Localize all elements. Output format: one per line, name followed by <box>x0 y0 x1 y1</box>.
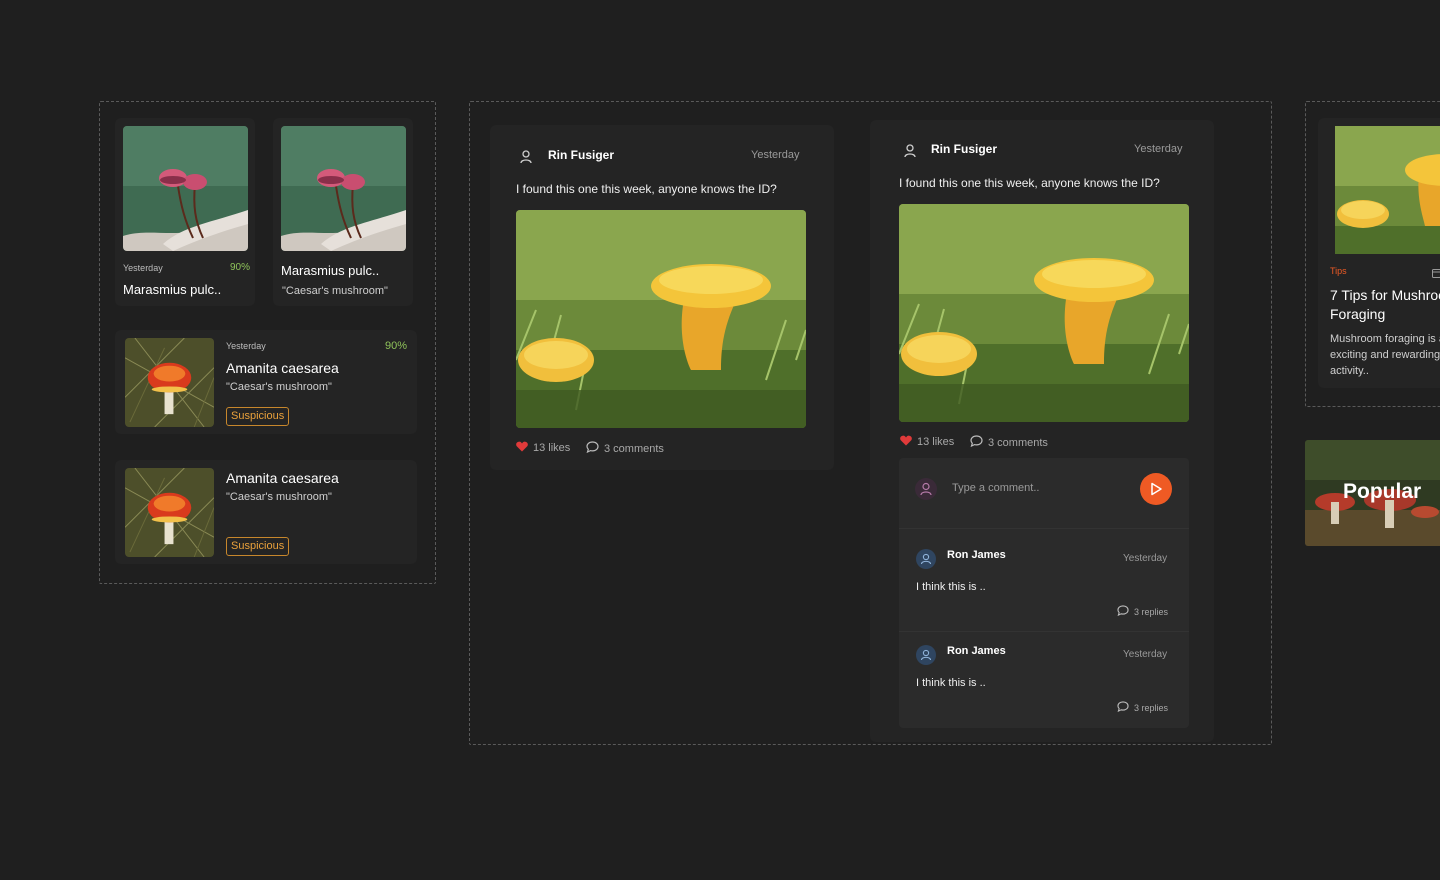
article-title: 7 Tips for Mushroom Foraging <box>1330 287 1440 322</box>
species-name: Amanita caesarea <box>226 360 339 376</box>
commenter-avatar <box>916 549 936 569</box>
like-button[interactable]: 13 likes <box>900 435 954 449</box>
likes-count: 13 likes <box>917 436 955 448</box>
mushroom-photo <box>281 126 406 251</box>
identification-date: Yesterday <box>123 263 163 273</box>
divider <box>899 631 1189 632</box>
comment-text: I think this is .. <box>916 677 986 689</box>
banner-title: Popular <box>1343 480 1422 503</box>
send-icon <box>1149 482 1163 501</box>
commenter-name[interactable]: Ron James <box>947 645 1006 657</box>
heart-icon <box>900 435 912 449</box>
replies-count: 3 replies <box>1134 606 1169 617</box>
article-tag: Tips <box>1330 266 1347 276</box>
post-photo[interactable] <box>516 210 806 428</box>
post-text: I found this one this week, anyone knows… <box>516 182 777 196</box>
replies-count: 3 replies <box>1134 702 1169 713</box>
comment-icon <box>586 441 599 456</box>
comment-date: Yesterday <box>1123 553 1168 564</box>
common-name: "Caesar's mushroom" <box>282 285 388 297</box>
mushroom-photo <box>123 126 248 251</box>
mushroom-photo <box>125 338 214 427</box>
species-name: Marasmius pulc.. <box>123 282 222 297</box>
commenter-avatar <box>916 645 936 665</box>
comment-date: Yesterday <box>1123 649 1168 660</box>
common-name: "Caesar's mushroom" <box>226 491 332 503</box>
confidence-score: 90% <box>385 340 408 352</box>
send-comment-button[interactable] <box>1140 473 1172 505</box>
comment-input[interactable]: Type a comment.. <box>952 482 1132 494</box>
post-date: Yesterday <box>751 149 800 161</box>
user-icon <box>904 144 916 158</box>
community-post-expanded: Rin Fusiger Yesterday I found this one t… <box>870 120 1214 742</box>
identification-list-card[interactable]: Yesterday 90% Amanita caesarea "Caesar's… <box>115 330 417 434</box>
comment-text: I think this is .. <box>916 581 986 593</box>
post-photo[interactable] <box>899 204 1189 422</box>
suspicious-badge: Suspicious <box>226 537 290 556</box>
post-text: I found this one this week, anyone knows… <box>899 176 1160 190</box>
comments-count: 3 comments <box>988 436 1048 449</box>
confidence-score: 90% <box>230 262 251 273</box>
mushroom-photo <box>125 468 214 557</box>
species-name: Marasmius pulc.. <box>281 263 380 278</box>
likes-count: 13 likes <box>533 442 571 454</box>
comment-icon <box>970 435 983 450</box>
calendar-icon <box>1432 265 1440 283</box>
article-excerpt: Mushroom foraging is an exciting and rew… <box>1330 333 1440 377</box>
post-author[interactable]: Rin Fusiger <box>548 148 614 162</box>
identification-date: Yesterday <box>226 341 266 351</box>
divider <box>899 528 1189 529</box>
reply-icon <box>1117 605 1129 618</box>
identification-grid-card[interactable]: Yesterday 90% Marasmius pulc.. <box>115 118 255 306</box>
reply-icon <box>1117 701 1129 714</box>
replies-button[interactable]: 3 replies <box>1117 701 1168 714</box>
identification-list-card[interactable]: Amanita caesarea "Caesar's mushroom" Sus… <box>115 460 417 564</box>
comments-button[interactable]: 3 comments <box>586 441 664 456</box>
commenter-name[interactable]: Ron James <box>947 549 1006 561</box>
article-card[interactable]: Tips 7 Tips for Mushroom Foraging Mushro… <box>1318 118 1440 388</box>
replies-button[interactable]: 3 replies <box>1117 605 1168 618</box>
community-post: Rin Fusiger Yesterday I found this one t… <box>490 125 834 470</box>
common-name: "Caesar's mushroom" <box>226 381 332 393</box>
comments-count: 3 comments <box>604 442 664 455</box>
user-icon <box>520 150 532 164</box>
post-author[interactable]: Rin Fusiger <box>931 142 997 156</box>
comments-button[interactable]: 3 comments <box>970 435 1048 450</box>
article-photo <box>1330 126 1440 254</box>
suspicious-badge: Suspicious <box>226 407 290 426</box>
popular-banner[interactable]: Popular <box>1305 440 1440 546</box>
heart-icon <box>516 441 528 455</box>
like-button[interactable]: 13 likes <box>516 441 570 455</box>
post-date: Yesterday <box>1134 143 1183 155</box>
user-avatar <box>915 478 937 500</box>
identification-grid-card[interactable]: Marasmius pulc.. "Caesar's mushroom" <box>273 118 413 306</box>
species-name: Amanita caesarea <box>226 470 339 486</box>
comment-section: Type a comment.. Ron James Yesterday I t… <box>899 458 1189 728</box>
